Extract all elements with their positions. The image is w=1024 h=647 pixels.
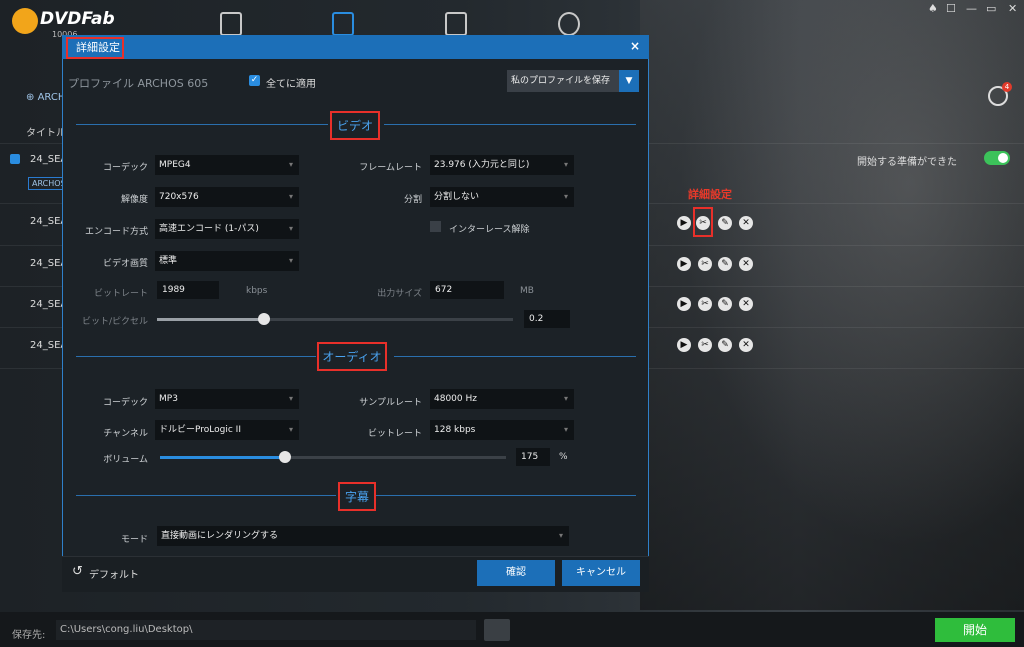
deinterlace-label: インターレース解除 (449, 225, 530, 235)
bitrate-label: ビットレート (93, 289, 148, 299)
video-section-title: ビデオ (330, 111, 380, 140)
remove-icon[interactable]: ✕ (739, 297, 753, 311)
subtitle-mode-label: モード (120, 535, 148, 545)
resolution-select[interactable]: 720x576 (155, 187, 299, 207)
video-converter-icon[interactable] (445, 12, 467, 36)
video-quality-select[interactable]: 標準 (155, 251, 299, 271)
dialog-title: 詳細設定 (66, 37, 124, 59)
remove-icon[interactable]: ✕ (739, 338, 753, 352)
bitrate-unit: kbps (246, 286, 268, 296)
output-path-field[interactable]: C:\Users\cong.liu\Desktop\ (56, 620, 476, 640)
column-title: タイトル (26, 128, 66, 139)
subtitle-mode-select[interactable]: 直接動画にレンダリングする (157, 526, 569, 546)
save-to-label: 保存先: (12, 630, 46, 641)
ripper-module-icon[interactable] (332, 12, 354, 36)
dialog-header (62, 35, 649, 59)
remove-icon[interactable]: ✕ (739, 257, 753, 271)
audio-codec-label: コーデック (102, 398, 148, 408)
section-divider (76, 495, 336, 496)
apply-all-label: 全てに適用 (266, 79, 316, 90)
video-codec-label: コーデック (102, 163, 148, 173)
ready-status: 開始する準備ができた (857, 157, 957, 168)
edit-icon[interactable]: ✎ (718, 338, 732, 352)
encode-method-label: エンコード方式 (84, 227, 148, 237)
audio-codec-select[interactable]: MP3 (155, 389, 299, 409)
section-divider (394, 356, 636, 357)
output-size-input[interactable]: 672 (430, 281, 504, 299)
subtitle-section-title: 字幕 (338, 482, 376, 511)
save-profile-button[interactable]: 私のプロファイルを保存 (507, 70, 619, 92)
bitrate-input[interactable]: 1989 (157, 281, 219, 299)
profile-name: プロファイル ARCHOS 605 (68, 77, 209, 90)
split-select[interactable]: 分割しない (430, 187, 574, 207)
channel-select[interactable]: ドルビーProLogic II (155, 420, 299, 440)
channel-label: チャンネル (103, 429, 148, 439)
tray-icon[interactable]: ♠ (928, 2, 938, 15)
play-icon[interactable]: ▶ (677, 338, 691, 352)
remove-icon[interactable]: ✕ (739, 216, 753, 230)
split-label: 分割 (403, 195, 422, 205)
encode-method-select[interactable]: 高速エンコード (1-パス) (155, 219, 299, 239)
creator-disc-icon[interactable] (558, 12, 580, 36)
framerate-label: フレームレート (359, 163, 422, 173)
volume-input[interactable]: 175 (516, 448, 550, 466)
edit-icon[interactable]: ✎ (718, 297, 732, 311)
advanced-settings-icon[interactable]: ✂ (698, 297, 712, 311)
reset-icon[interactable]: ↺ (72, 564, 83, 579)
edit-icon[interactable]: ✎ (718, 216, 732, 230)
audio-section-title: オーディオ (317, 342, 387, 371)
sample-rate-select[interactable]: 48000 Hz (430, 389, 574, 409)
ok-button[interactable]: 確認 (477, 560, 555, 586)
advanced-settings-icon[interactable]: ✂ (698, 257, 712, 271)
resolution-label: 解像度 (120, 195, 148, 205)
advanced-settings-icon[interactable]: ✂ (698, 338, 712, 352)
play-icon[interactable]: ▶ (677, 257, 691, 271)
video-quality-label: ビデオ画質 (102, 259, 148, 269)
dvdfab-logo-icon (12, 8, 38, 34)
section-divider (76, 356, 316, 357)
output-size-label: 出力サイズ (377, 289, 422, 299)
task-count-badge: 4 (1002, 82, 1012, 92)
play-icon[interactable]: ▶ (677, 297, 691, 311)
bpp-slider-fill (157, 318, 264, 321)
volume-label: ボリューム (103, 455, 148, 465)
title-checkbox[interactable] (10, 154, 20, 164)
copy-module-icon[interactable] (220, 12, 242, 36)
volume-slider-handle[interactable] (278, 451, 291, 463)
sample-rate-label: サンプルレート (359, 398, 422, 408)
bits-per-pixel-label: ビット/ピクセル (81, 317, 148, 327)
close-icon[interactable]: ✕ (1008, 2, 1017, 15)
section-divider (76, 124, 328, 125)
video-codec-select[interactable]: MPEG4 (155, 155, 299, 175)
audio-bitrate-label: ビットレート (367, 429, 422, 439)
menu-icon[interactable]: ☐ (946, 2, 956, 15)
volume-unit: % (559, 452, 568, 462)
advanced-settings-callout: 詳細設定 (688, 188, 732, 201)
section-divider (376, 495, 636, 496)
section-divider (384, 124, 636, 125)
apply-all-checkbox[interactable]: ✓ (249, 75, 260, 86)
audio-bitrate-select[interactable]: 128 kbps (430, 420, 574, 440)
output-size-unit: MB (520, 286, 534, 296)
edit-icon[interactable]: ✎ (718, 257, 732, 271)
minimize-icon[interactable]: — (966, 2, 977, 15)
dialog-close-button[interactable]: × (630, 39, 640, 53)
framerate-select[interactable]: 23.976 (入力元と同じ) (430, 155, 574, 175)
bpp-slider-handle[interactable] (257, 313, 270, 325)
ready-toggle[interactable] (984, 151, 1010, 165)
logo-text: DVDFab (40, 9, 115, 29)
volume-slider-fill (160, 456, 285, 459)
advanced-settings-icon[interactable]: ✂ (696, 216, 710, 230)
maximize-icon[interactable]: ▭ (986, 2, 996, 15)
bpp-input[interactable]: 0.2 (524, 310, 570, 328)
save-profile-dropdown[interactable]: ▼ (619, 70, 639, 92)
default-button[interactable]: デフォルト (89, 566, 139, 581)
dialog-footer (62, 556, 649, 592)
browse-folder-button[interactable] (484, 619, 510, 641)
cancel-button[interactable]: キャンセル (562, 560, 640, 586)
start-button[interactable]: 開始 (935, 618, 1015, 642)
play-icon[interactable]: ▶ (677, 216, 691, 230)
deinterlace-checkbox[interactable] (430, 221, 441, 232)
